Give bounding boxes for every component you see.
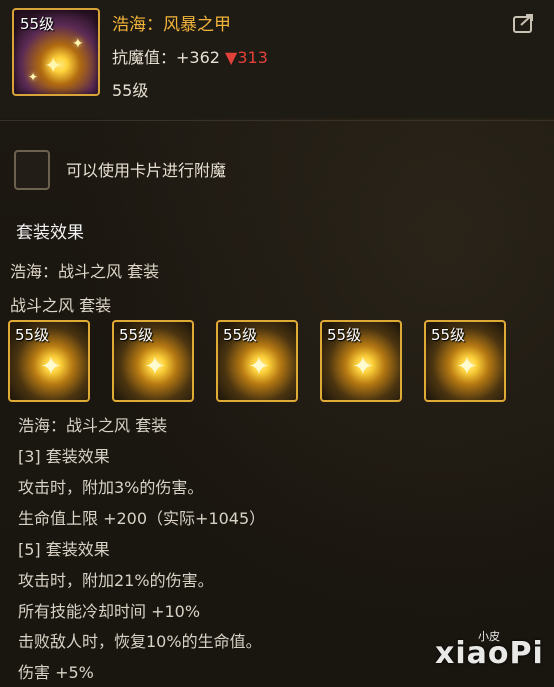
piece-level-badge: 55级 bbox=[223, 326, 258, 344]
set-pieces: 55级 ✦ 55级 ✦ 55级 ✦ 55级 ✦ 55级 ✦ bbox=[8, 320, 548, 402]
set-desc-line: 生命值上限 +200（实际+1045） bbox=[18, 509, 266, 528]
resist-value: 抗魔值：+362 ▼313 bbox=[112, 44, 268, 68]
piece-level-badge: 55级 bbox=[15, 326, 50, 344]
set-desc-line: 攻击时，附加3%的伤害。 bbox=[18, 478, 204, 497]
resist-down-value: ▼313 bbox=[225, 48, 268, 67]
set-piece-slot[interactable]: 55级 ✦ bbox=[8, 320, 90, 402]
sparkle-icon: ✦ bbox=[352, 352, 374, 382]
set-desc-line: 击败敌人时，恢复10%的生命值。 bbox=[18, 632, 262, 651]
piece-level-badge: 55级 bbox=[327, 326, 362, 344]
piece-level-badge: 55级 bbox=[119, 326, 154, 344]
sparkle-icon: ✦ bbox=[28, 70, 39, 84]
item-tooltip-panel: 55级 ✦ ✦ ✦ 浩海：风暴之甲 抗魔值：+362 ▼313 55级 可以使用… bbox=[0, 0, 554, 687]
set-effect-heading: 套装效果 bbox=[16, 223, 84, 243]
enchant-label: 可以使用卡片进行附魔 bbox=[66, 161, 227, 180]
set-piece-slot[interactable]: 55级 ✦ bbox=[320, 320, 402, 402]
item-icon[interactable]: 55级 ✦ ✦ ✦ bbox=[12, 8, 100, 96]
item-title: 浩海：风暴之甲 bbox=[112, 15, 231, 35]
set-desc-line: 伤害 +5% bbox=[18, 663, 94, 682]
header-divider bbox=[0, 120, 554, 121]
share-icon[interactable] bbox=[512, 12, 536, 34]
sparkle-icon: ✦ bbox=[456, 352, 478, 382]
sparkle-icon: ✦ bbox=[40, 352, 62, 382]
sparkle-icon: ✦ bbox=[44, 54, 63, 79]
set-desc-line: 攻击时，附加21%的伤害。 bbox=[18, 571, 214, 590]
sparkle-icon: ✦ bbox=[248, 352, 270, 382]
item-level: 55级 bbox=[112, 81, 149, 100]
set-desc-line: [5] 套装效果 bbox=[18, 540, 110, 559]
piece-level-badge: 55级 bbox=[431, 326, 466, 344]
item-level-badge: 55级 bbox=[20, 15, 55, 33]
resist-label: 抗魔值：+362 bbox=[112, 48, 220, 67]
set-piece-slot[interactable]: 55级 ✦ bbox=[424, 320, 506, 402]
item-header: 55级 ✦ ✦ ✦ 浩海：风暴之甲 抗魔值：+362 ▼313 55级 bbox=[0, 0, 554, 118]
set-name-short: 战斗之风 套装 bbox=[10, 296, 112, 315]
set-name-full: 浩海：战斗之风 套装 bbox=[10, 262, 160, 281]
sparkle-icon: ✦ bbox=[72, 36, 84, 52]
enchant-card-slot[interactable] bbox=[14, 150, 50, 190]
set-desc-line: 浩海：战斗之风 套装 bbox=[18, 416, 168, 435]
sparkle-icon: ✦ bbox=[144, 352, 166, 382]
set-piece-slot[interactable]: 55级 ✦ bbox=[216, 320, 298, 402]
set-desc-line: 所有技能冷却时间 +10% bbox=[18, 602, 201, 621]
set-piece-slot[interactable]: 55级 ✦ bbox=[112, 320, 194, 402]
set-desc-line: [3] 套装效果 bbox=[18, 447, 110, 466]
watermark-logo: xiaoPi bbox=[435, 636, 544, 671]
